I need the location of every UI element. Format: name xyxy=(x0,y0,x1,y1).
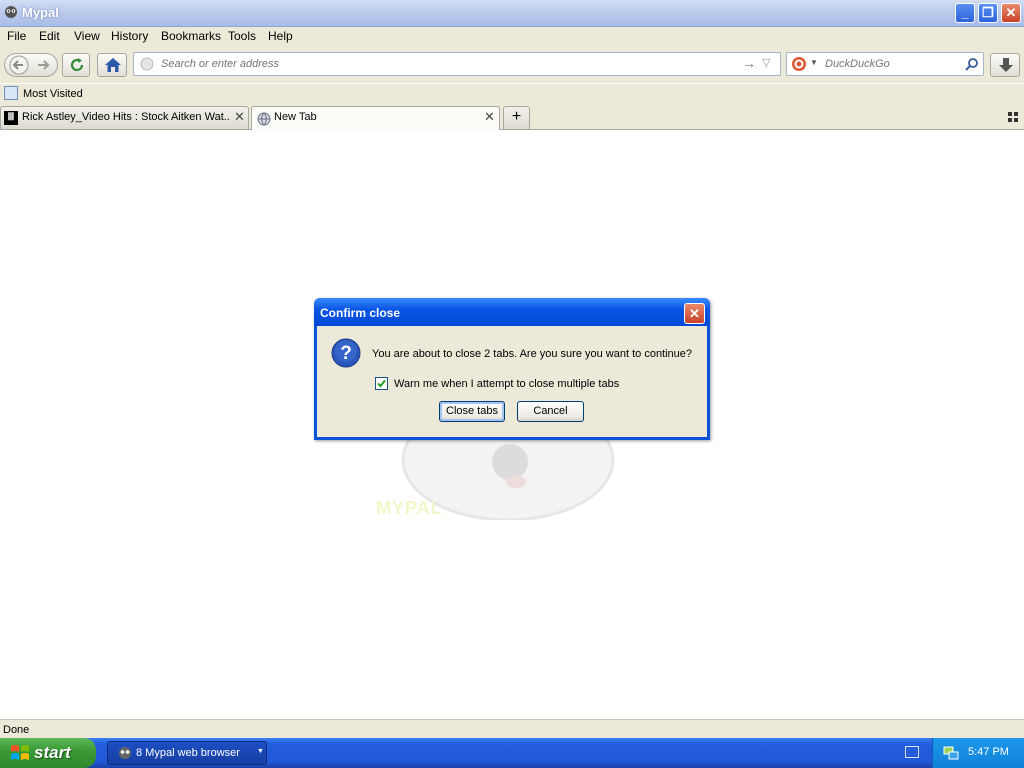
menu-bookmarks[interactable]: Bookmarks xyxy=(161,29,221,43)
watermark-text: MYPAL xyxy=(376,498,443,518)
window-title: Mypal xyxy=(22,5,59,20)
close-tabs-button[interactable]: Close tabs xyxy=(439,401,505,422)
question-icon: ? xyxy=(331,338,361,368)
navigation-toolbar: → ▽ ▼ xyxy=(0,46,1024,83)
tab-strip: Ⅲ Rick Astley_Video Hits : Stock Aitken … xyxy=(0,104,1024,130)
minimize-icon: _ xyxy=(961,5,969,20)
confirm-close-dialog: Confirm close ✕ ? You are about to close… xyxy=(314,298,710,440)
dialog-close-button[interactable]: ✕ xyxy=(684,303,705,324)
forward-arrow-icon[interactable] xyxy=(36,57,52,73)
tab-label: Rick Astley_Video Hits : Stock Aitken Wa… xyxy=(22,111,230,123)
menu-bar: File Edit View History Bookmarks Tools H… xyxy=(0,27,1024,46)
dropdown-arrow-icon[interactable]: ▽ xyxy=(762,56,770,69)
restore-icon: ❐ xyxy=(982,5,994,20)
taskbar-button-mypal[interactable]: 8 Mypal web browser ▼ xyxy=(107,741,267,765)
bookmarks-toolbar: Most Visited xyxy=(0,84,1024,104)
start-button[interactable]: start xyxy=(0,738,96,768)
menu-history[interactable]: History xyxy=(111,29,148,43)
warn-checkbox[interactable] xyxy=(375,377,388,390)
windows-logo-icon xyxy=(11,745,29,760)
svg-text:?: ? xyxy=(340,343,352,364)
restore-button[interactable]: ❐ xyxy=(978,3,998,23)
downloads-button[interactable] xyxy=(990,53,1020,77)
dialog-body: ? You are about to close 2 tabs. Are you… xyxy=(317,326,707,437)
search-input[interactable] xyxy=(823,57,957,71)
keyboard-icon[interactable] xyxy=(905,746,919,758)
back-forward-group xyxy=(4,53,58,77)
new-tab-button[interactable]: + xyxy=(503,106,530,129)
start-label: start xyxy=(34,743,71,762)
dialog-title-bar: Confirm close ✕ xyxy=(314,298,710,326)
engine-dropdown-icon[interactable]: ▼ xyxy=(810,58,818,67)
address-bar[interactable]: → ▽ xyxy=(133,52,781,76)
tab-close-icon[interactable]: ✕ xyxy=(234,109,245,125)
group-dropdown-icon: ▼ xyxy=(257,748,264,755)
site-favicon-icon: Ⅲ xyxy=(4,111,18,125)
go-arrow-icon[interactable]: → xyxy=(742,55,756,71)
search-icon[interactable] xyxy=(965,57,979,71)
clock[interactable]: 5:47 PM xyxy=(968,746,1009,758)
menu-view[interactable]: View xyxy=(74,29,100,43)
page-identity-icon xyxy=(140,57,154,71)
globe-icon xyxy=(257,112,271,126)
search-bar[interactable]: ▼ xyxy=(786,52,984,76)
menu-file[interactable]: File xyxy=(7,29,26,43)
menu-help[interactable]: Help xyxy=(268,29,293,43)
title-bar: Mypal _ ❐ ✕ xyxy=(0,0,1024,27)
minimize-button[interactable]: _ xyxy=(955,3,975,23)
menu-edit[interactable]: Edit xyxy=(39,29,60,43)
address-input[interactable] xyxy=(159,57,723,71)
close-window-button[interactable]: ✕ xyxy=(1001,3,1021,23)
reload-icon xyxy=(70,58,84,72)
home-button[interactable] xyxy=(97,53,127,77)
warn-checkbox-label[interactable]: Warn me when I attempt to close multiple… xyxy=(394,378,619,390)
back-arrow-icon[interactable] xyxy=(8,55,30,75)
tab-rick-astley[interactable]: Ⅲ Rick Astley_Video Hits : Stock Aitken … xyxy=(0,106,249,129)
list-all-tabs-icon[interactable] xyxy=(1008,112,1018,122)
tab-label: New Tab xyxy=(274,111,317,123)
reload-button[interactable] xyxy=(62,53,90,77)
dialog-title: Confirm close xyxy=(320,306,401,320)
tab-close-icon[interactable]: ✕ xyxy=(484,109,495,125)
menu-tools[interactable]: Tools xyxy=(228,29,256,43)
dialog-message: You are about to close 2 tabs. Are you s… xyxy=(372,348,693,360)
download-arrow-icon xyxy=(999,58,1013,72)
most-visited-folder-icon xyxy=(4,86,18,100)
status-text: Done xyxy=(3,724,30,736)
duckduckgo-icon[interactable] xyxy=(791,56,807,72)
status-bar: Done xyxy=(0,719,1024,739)
home-icon xyxy=(105,58,121,72)
network-icon[interactable] xyxy=(943,745,959,761)
tab-new-tab[interactable]: New Tab ✕ xyxy=(251,106,500,130)
mypal-task-icon xyxy=(119,747,131,759)
checkmark-icon xyxy=(377,379,386,388)
taskbar-button-label: 8 Mypal web browser xyxy=(136,747,240,759)
cancel-button[interactable]: Cancel xyxy=(517,401,584,422)
system-tray: 5:47 PM xyxy=(932,738,1024,768)
most-visited-link[interactable]: Most Visited xyxy=(23,88,83,100)
mypal-logo-icon xyxy=(5,6,17,18)
close-icon: ✕ xyxy=(1005,5,1017,20)
